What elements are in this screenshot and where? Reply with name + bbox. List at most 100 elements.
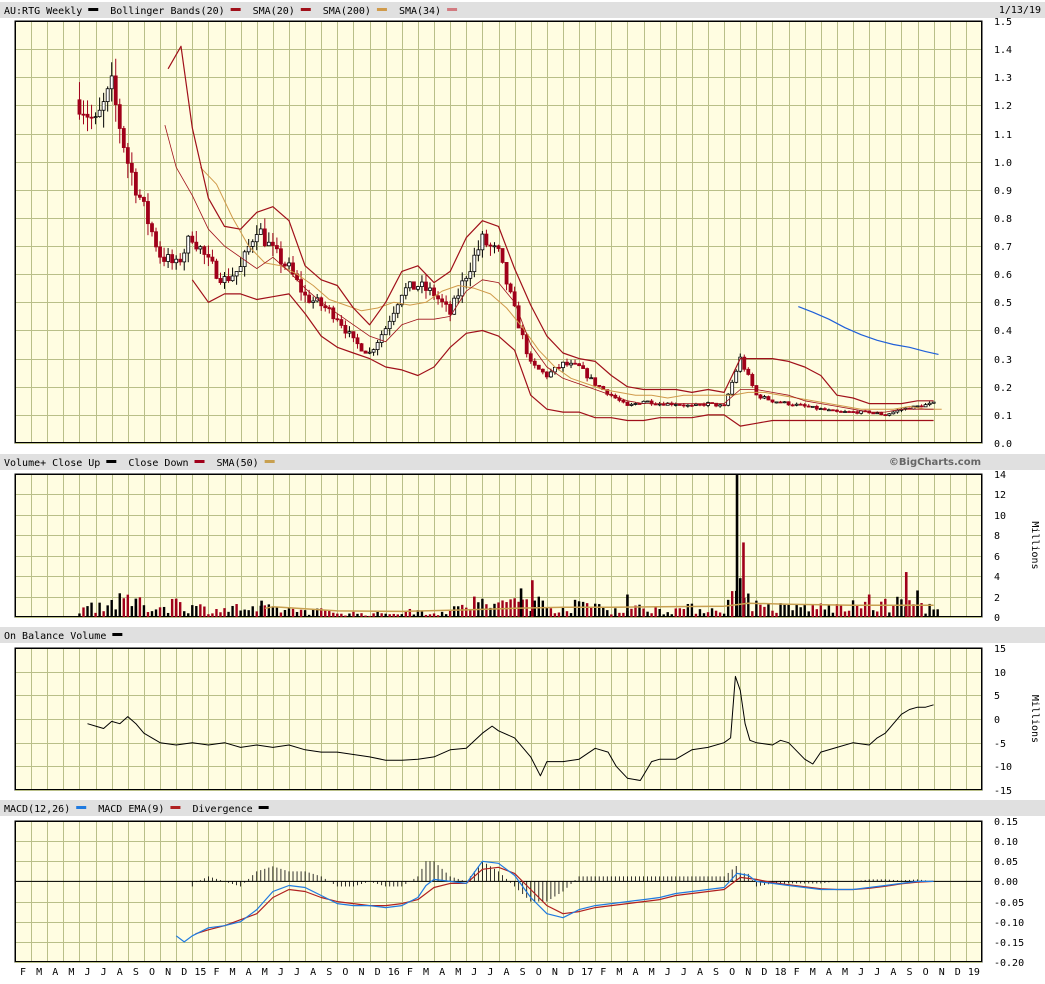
x-tick-label: J bbox=[665, 967, 671, 978]
candle-body bbox=[557, 366, 561, 369]
volume-bar bbox=[356, 613, 359, 617]
candle-body bbox=[154, 231, 158, 248]
volume-bar bbox=[726, 599, 730, 617]
y-tick-label: 0.00 bbox=[994, 877, 1018, 888]
candle-body bbox=[230, 275, 235, 282]
volume-bar bbox=[847, 610, 851, 617]
legend-label: Volume+ Close Up bbox=[4, 458, 100, 469]
x-tick-label: S bbox=[906, 967, 912, 978]
candle-body bbox=[690, 404, 694, 407]
volume-bar bbox=[561, 606, 565, 617]
x-tick-label: F bbox=[600, 967, 606, 978]
legend-swatch bbox=[376, 8, 387, 11]
volume-bar bbox=[299, 609, 303, 617]
candle-body bbox=[540, 368, 545, 373]
candle-body bbox=[363, 350, 368, 354]
x-tick-label: S bbox=[133, 967, 139, 978]
candle-body bbox=[730, 381, 735, 395]
candle-body bbox=[283, 263, 287, 267]
volume-bar bbox=[783, 604, 786, 617]
volume-bar bbox=[162, 606, 166, 617]
candle-body bbox=[581, 365, 586, 369]
candle-body bbox=[331, 307, 336, 320]
candle-body bbox=[561, 361, 565, 369]
x-tick-label: M bbox=[810, 967, 816, 978]
volume-bar bbox=[710, 608, 714, 617]
candle-body bbox=[121, 128, 126, 149]
candle-body bbox=[460, 280, 465, 297]
candle-body bbox=[424, 281, 428, 291]
volume-bar bbox=[352, 611, 355, 617]
candle-body bbox=[170, 254, 175, 264]
x-tick-label: F bbox=[213, 967, 219, 978]
volume-bar bbox=[706, 612, 710, 617]
x-tick-label: A bbox=[890, 967, 896, 978]
candle-body bbox=[343, 324, 348, 334]
volume-bar bbox=[573, 599, 577, 617]
y-tick-label: 0.8 bbox=[994, 214, 1012, 225]
candle-body bbox=[432, 287, 436, 297]
candle-body bbox=[839, 411, 843, 413]
candle-body bbox=[798, 403, 803, 406]
y-tick-label: 1.5 bbox=[994, 17, 1012, 28]
volume-bar bbox=[332, 612, 335, 617]
x-tick-label: 19 bbox=[968, 967, 980, 978]
volume-bar bbox=[714, 610, 718, 617]
volume-bar bbox=[275, 607, 279, 617]
candle-body bbox=[347, 331, 352, 334]
volume-bar bbox=[457, 606, 460, 617]
volume-bar bbox=[759, 604, 762, 617]
candle-body bbox=[629, 403, 634, 406]
x-tick-label: O bbox=[729, 967, 735, 978]
candle-body bbox=[311, 300, 316, 303]
volume-bar bbox=[670, 614, 673, 617]
candle-body bbox=[355, 337, 360, 345]
candle-body bbox=[258, 228, 263, 235]
x-tick-label: A bbox=[246, 967, 252, 978]
volume-bar bbox=[763, 606, 766, 617]
x-tick-label: J bbox=[85, 967, 91, 978]
volume-bar bbox=[654, 607, 657, 617]
legend-label: Divergence bbox=[192, 804, 252, 815]
x-tick-label: M bbox=[649, 967, 655, 978]
x-tick-label: O bbox=[536, 967, 542, 978]
x-tick-label: N bbox=[165, 967, 171, 978]
candle-body bbox=[133, 171, 138, 196]
y-tick-label: 0.0 bbox=[994, 439, 1012, 450]
y-tick-label: 12 bbox=[994, 490, 1006, 501]
volume-bar bbox=[94, 612, 97, 617]
x-tick-label: M bbox=[230, 967, 236, 978]
candle-body bbox=[440, 298, 444, 303]
volume-bar bbox=[880, 601, 883, 617]
y-tick-label: -15 bbox=[994, 786, 1012, 797]
volume-bar bbox=[900, 599, 903, 617]
x-tick-label: O bbox=[149, 967, 155, 978]
legend-swatch bbox=[88, 8, 99, 11]
legend-label: AU:RTG Weekly bbox=[4, 6, 82, 17]
volume-bar bbox=[380, 613, 383, 617]
candle-body bbox=[923, 404, 928, 408]
x-tick-label: S bbox=[326, 967, 332, 978]
volume-bar bbox=[589, 606, 593, 617]
legend-label: MACD EMA(9) bbox=[98, 804, 164, 815]
candle-body bbox=[766, 396, 771, 401]
volume-bar bbox=[666, 612, 669, 617]
bigcharts-figure: 1.5 1.4 1.3 1.2 1.1 1.0 0.9 0.8 0.7 0.6 0.5 0.4 0.3 0… bbox=[0, 0, 1045, 981]
candle-body bbox=[146, 201, 150, 225]
candle-body bbox=[565, 361, 569, 366]
volume-bar bbox=[549, 608, 553, 617]
candle-body bbox=[299, 279, 303, 293]
volume-bar bbox=[360, 613, 363, 617]
candle-body bbox=[436, 295, 440, 300]
volume-bar bbox=[191, 605, 194, 617]
candle-body bbox=[871, 412, 876, 415]
y-tick-label: 1.0 bbox=[994, 158, 1012, 169]
y-tick-label: 1.1 bbox=[994, 130, 1012, 141]
candle-body bbox=[754, 385, 759, 396]
candle-body bbox=[472, 254, 477, 273]
candle-body bbox=[577, 363, 581, 367]
y-tick-label: 0.5 bbox=[994, 298, 1012, 309]
volume-bar bbox=[295, 611, 299, 617]
header-date: 1/13/19 bbox=[999, 5, 1041, 16]
x-tick-label: D bbox=[955, 967, 961, 978]
